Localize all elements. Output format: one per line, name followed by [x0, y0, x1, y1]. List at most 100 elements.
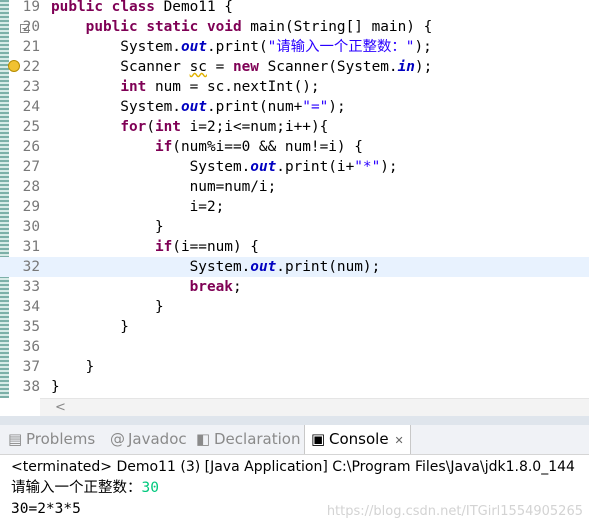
close-icon[interactable]: ✕ — [395, 434, 404, 447]
code-token: System. — [51, 39, 181, 55]
code-token: out — [180, 99, 207, 115]
line-number: 26 — [22, 139, 40, 155]
code-token: (i==num) { — [172, 239, 259, 255]
line-number: 28 — [22, 179, 40, 195]
code-token: int — [120, 79, 147, 95]
code-line[interactable]: 35 } — [0, 317, 589, 337]
line-number: 30 — [22, 219, 40, 235]
code-token: .print(i+ — [276, 159, 355, 175]
line-number: 21 — [22, 39, 40, 55]
code-token: ); — [380, 159, 398, 175]
code-text: Scanner sc = new Scanner(System.in); — [51, 57, 432, 77]
console-user-input: 30 — [141, 480, 159, 496]
editor-horizontal-scrollbar[interactable]: < — [40, 398, 589, 417]
tab-problems[interactable]: ▤ Problems — [8, 425, 95, 454]
watermark: https://blog.csdn.net/ITGirl1554905265 — [326, 504, 583, 519]
code-token: .print(num); — [276, 259, 381, 275]
code-line[interactable]: 23 int num = sc.nextInt(); — [0, 77, 589, 97]
code-text: } — [51, 317, 129, 337]
code-token: Demo11 { — [154, 0, 233, 15]
code-token: Scanner — [51, 59, 190, 75]
code-line[interactable]: 31 if(i==num) { — [0, 237, 589, 257]
code-text: System.out.print(num); — [51, 257, 381, 277]
code-text: int num = sc.nextInt(); — [51, 77, 320, 97]
code-token: break — [189, 279, 233, 295]
code-line[interactable]: 33 break; — [0, 277, 589, 297]
tab-declaration[interactable]: ◧ Declaration — [196, 425, 300, 454]
code-text: } — [51, 357, 95, 377]
code-line[interactable]: 22 Scanner sc = new Scanner(System.in); — [0, 57, 589, 77]
line-number: 29 — [22, 199, 40, 215]
code-text: } — [51, 377, 60, 397]
tab-label: Console — [329, 430, 389, 448]
tab-console[interactable]: ▣ Console ✕ — [304, 425, 411, 454]
code-token: out — [180, 39, 207, 55]
console-result: 30=2*3*5 — [11, 501, 81, 517]
code-token: main(String[] main) { — [241, 19, 433, 35]
code-line[interactable]: 26 if(num%i==0 && num!=i) { — [0, 137, 589, 157]
code-token: ( — [146, 119, 155, 135]
code-token: = — [206, 59, 233, 75]
code-token: } — [51, 299, 164, 315]
code-line[interactable]: 38} — [0, 377, 589, 397]
code-line[interactable]: 30 } — [0, 217, 589, 237]
code-token: "=" — [302, 99, 329, 115]
code-line[interactable]: 34 } — [0, 297, 589, 317]
line-number: 36 — [22, 339, 40, 355]
tab-label: Javadoc — [128, 430, 187, 448]
code-token: num=num/i; — [51, 179, 277, 195]
code-token: Scanner(System. — [258, 59, 398, 75]
code-line[interactable]: 25 for(int i=2;i<=num;i++){ — [0, 117, 589, 137]
line-number: 19 — [22, 0, 40, 15]
code-token: ; — [232, 279, 242, 295]
code-token: sc — [189, 59, 207, 75]
line-number: 33 — [22, 279, 40, 295]
code-line[interactable]: 37 } — [0, 357, 589, 377]
code-token: void — [206, 19, 242, 35]
code-token: if — [154, 239, 173, 255]
code-token: .print( — [206, 39, 268, 55]
code-token: for — [120, 119, 147, 135]
code-token: ); — [414, 59, 433, 75]
code-token: out — [250, 259, 277, 275]
console-prompt-line: 请输入一个正整数：30 — [11, 478, 159, 499]
code-token: in — [397, 59, 415, 75]
code-line[interactable]: 32 System.out.print(num); — [0, 257, 589, 277]
code-text: System.out.print("请输入一个正整数："); — [51, 37, 432, 57]
code-line[interactable]: 36 — [0, 337, 589, 357]
code-text: for(int i=2;i<=num;i++){ — [51, 117, 328, 137]
tab-label: Declaration — [214, 430, 301, 448]
code-line[interactable]: 24 System.out.print(num+"="); — [0, 97, 589, 117]
declaration-icon: ◧ — [196, 430, 211, 448]
code-token: System. — [51, 159, 251, 175]
code-token: "*" — [354, 159, 381, 175]
code-line[interactable]: −20 public static void main(String[] mai… — [0, 17, 589, 37]
console-output[interactable]: <terminated> Demo11 (3) [Java Applicatio… — [0, 455, 589, 532]
code-editor[interactable]: 19 public class Demo11 {−20 public static… — [0, 0, 589, 398]
code-text: public static void main(String[] main) { — [51, 17, 433, 37]
code-line[interactable]: 27 System.out.print(i+"*"); — [0, 157, 589, 177]
code-text: break; — [51, 277, 242, 297]
code-token: i=2; — [51, 199, 225, 215]
view-separator — [0, 416, 589, 425]
line-number: 20 — [22, 19, 40, 35]
code-token: num = sc.nextInt(); — [146, 79, 320, 95]
code-token: ); — [328, 99, 346, 115]
code-text: num=num/i; — [51, 177, 277, 197]
code-text: if(i==num) { — [51, 237, 259, 257]
code-line[interactable]: 29 i=2; — [0, 197, 589, 217]
tab-javadoc[interactable]: @ Javadoc — [110, 425, 187, 454]
code-token: System. — [51, 99, 181, 115]
line-number: 22 — [22, 59, 40, 75]
code-line[interactable]: 28 num=num/i; — [0, 177, 589, 197]
code-token: class — [111, 0, 155, 15]
chevron-left-icon[interactable]: < — [55, 399, 66, 417]
code-line[interactable]: 21 System.out.print("请输入一个正整数："); — [0, 37, 589, 57]
code-line[interactable]: 19 public class Demo11 { — [0, 0, 589, 17]
console-icon: ▣ — [311, 430, 326, 448]
